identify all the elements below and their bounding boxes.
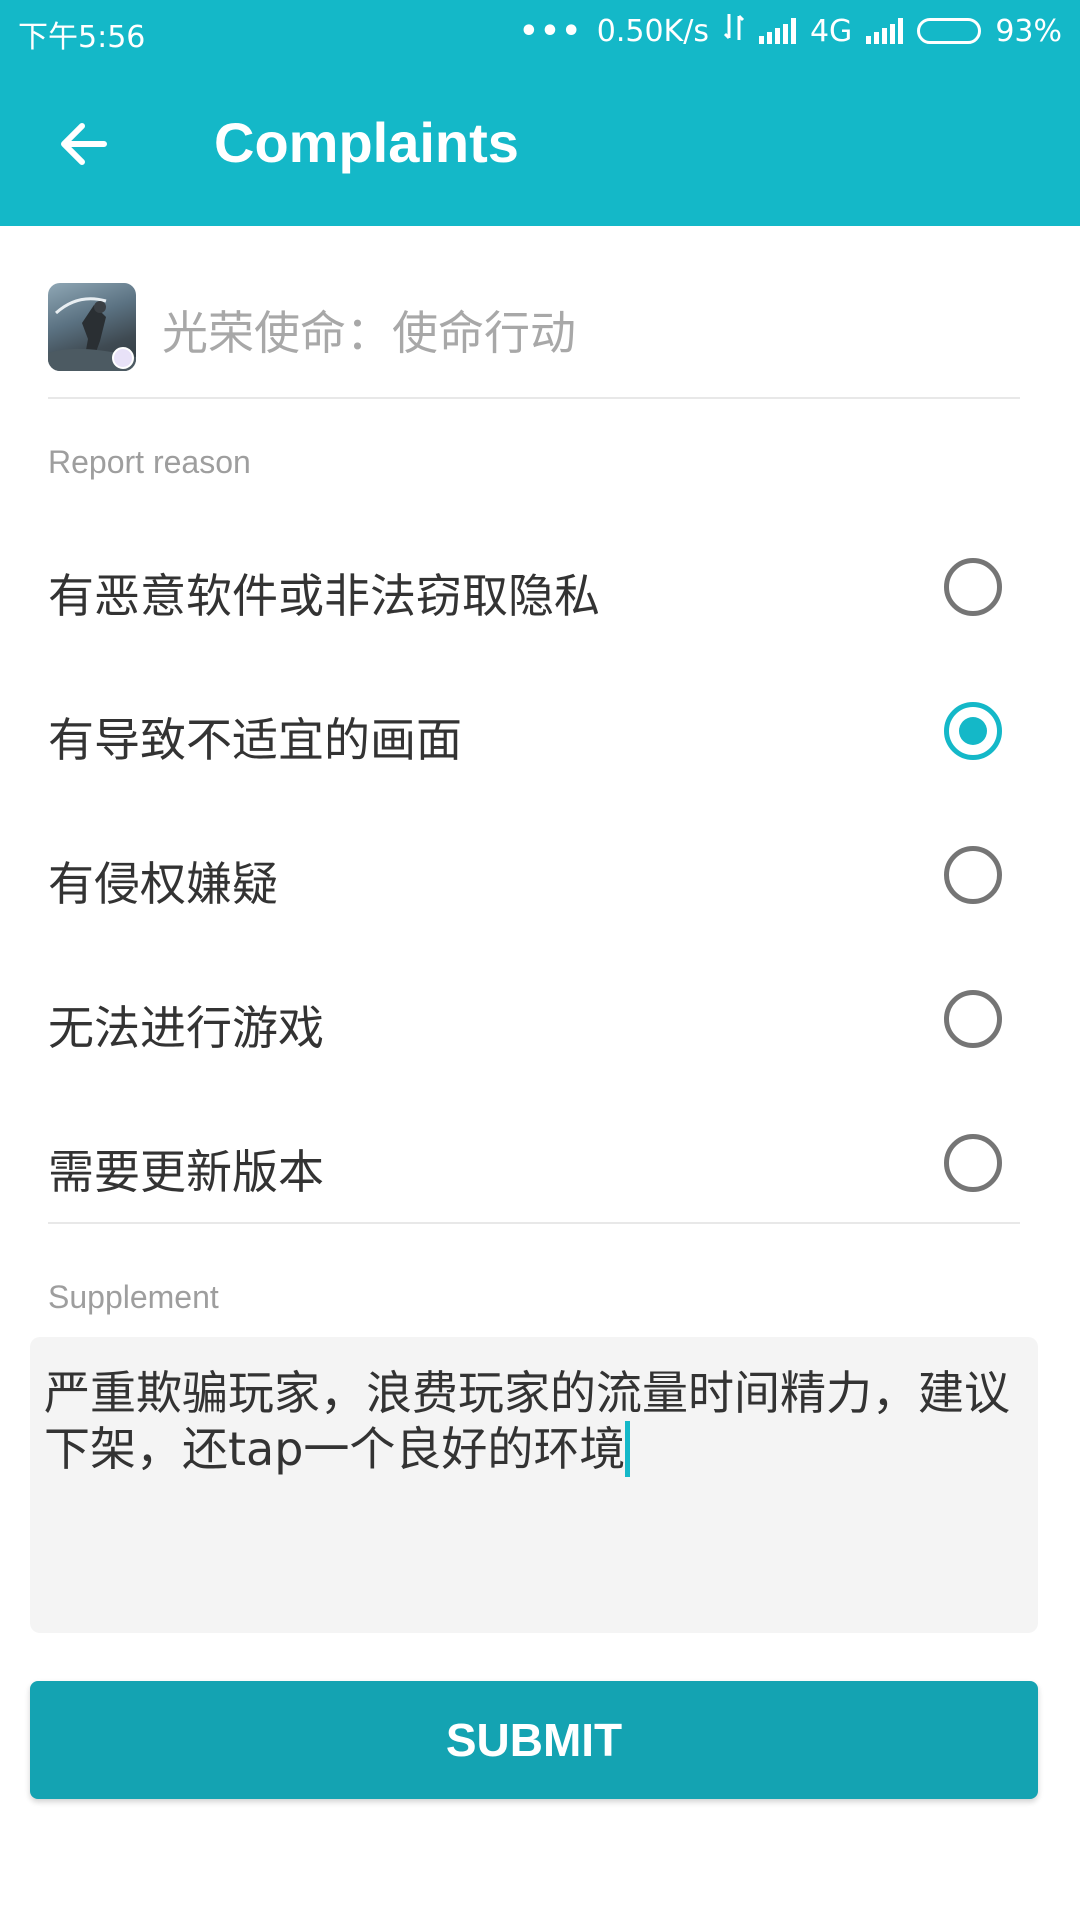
submit-button[interactable]: SUBMIT	[30, 1681, 1038, 1799]
status-time: 下午5:56	[18, 20, 146, 55]
page-title: Complaints	[214, 111, 519, 174]
radio-button[interactable]	[944, 846, 1002, 904]
network-type: 4G	[809, 13, 853, 49]
app-bar: Complaints	[0, 60, 1080, 226]
radio-button[interactable]	[944, 1134, 1002, 1192]
back-button[interactable]	[40, 100, 128, 188]
supplement-textarea[interactable]: 严重欺骗玩家，浪费玩家的流量时间精力，建议下架，还tap一个良好的环境	[30, 1337, 1038, 1633]
battery-level: 93%	[995, 13, 1062, 49]
report-reason-label: Report reason	[48, 444, 251, 480]
reason-option-label: 无法进行游戏	[48, 1001, 324, 1055]
network-speed: 0.50K/s	[596, 13, 709, 49]
radio-button[interactable]	[944, 990, 1002, 1048]
more-dots-icon: •••	[519, 13, 583, 49]
reason-option-5[interactable]: 需要更新版本	[48, 1106, 1020, 1226]
radio-button-checked[interactable]	[944, 702, 1002, 760]
reason-option-2[interactable]: 有导致不适宜的画面	[48, 674, 1020, 794]
reason-option-label: 有侵权嫌疑	[48, 857, 278, 911]
status-bar: 下午5:56 ••• 0.50K/s 4G 93%	[0, 0, 1080, 60]
status-indicators: ••• 0.50K/s 4G 93%	[519, 12, 1062, 50]
app-info-row: 光荣使命：使命行动	[48, 283, 1020, 399]
signal-icon-2	[866, 18, 904, 44]
app-name: 光荣使命：使命行动	[162, 306, 576, 360]
supplement-text: 严重欺骗玩家，浪费玩家的流量时间精力，建议下架，还tap一个良好的环境	[44, 1366, 1010, 1476]
reason-option-label: 需要更新版本	[48, 1145, 324, 1199]
battery-icon	[917, 18, 982, 44]
reason-option-4[interactable]: 无法进行游戏	[48, 962, 1020, 1082]
reason-option-label: 有恶意软件或非法窃取隐私	[48, 569, 600, 623]
divider	[48, 1222, 1020, 1224]
supplement-label: Supplement	[48, 1279, 219, 1315]
reason-option-3[interactable]: 有侵权嫌疑	[48, 818, 1020, 938]
app-badge-icon	[112, 347, 134, 369]
signal-icon	[758, 18, 796, 44]
text-cursor	[625, 1421, 631, 1477]
reason-option-label: 有导致不适宜的画面	[48, 713, 462, 767]
arrow-left-icon	[61, 123, 107, 165]
app-icon	[48, 283, 136, 371]
reason-option-1[interactable]: 有恶意软件或非法窃取隐私	[48, 530, 1020, 650]
data-transfer-icon	[723, 12, 745, 50]
radio-button[interactable]	[944, 558, 1002, 616]
